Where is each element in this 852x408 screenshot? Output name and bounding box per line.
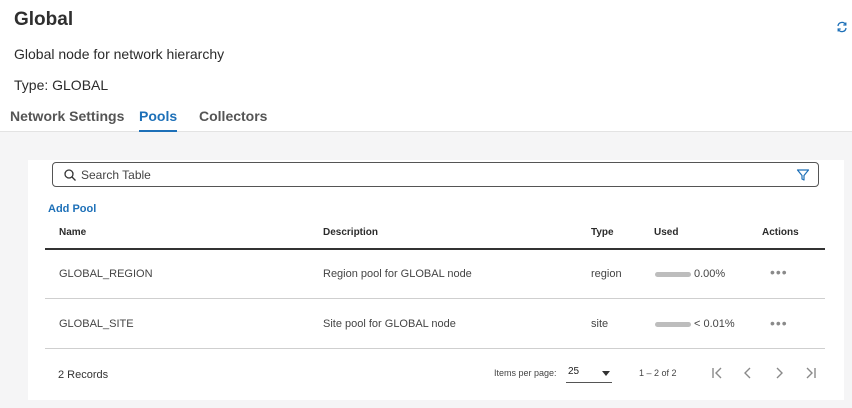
- items-per-page-label: Items per page:: [494, 368, 557, 378]
- row-type: region: [591, 268, 622, 280]
- tab-collectors[interactable]: Collectors: [199, 108, 267, 132]
- page-title: Global: [14, 9, 74, 30]
- page-range: 1 – 2 of 2: [639, 368, 677, 378]
- column-header-actions: Actions: [762, 227, 799, 238]
- page-subtitle: Global node for network hierarchy: [14, 46, 225, 62]
- row-name: GLOBAL_REGION: [59, 268, 153, 280]
- items-per-page-value: 25: [568, 366, 580, 377]
- table-header-divider: [45, 248, 825, 250]
- row-actions-menu[interactable]: •••: [770, 315, 788, 331]
- record-count: 2 Records: [58, 369, 109, 381]
- pools-panel: Add Pool Name Description Type Used Acti…: [28, 160, 844, 400]
- row-description: Region pool for GLOBAL node: [323, 268, 472, 280]
- row-actions-menu[interactable]: •••: [770, 264, 788, 280]
- tab-pools[interactable]: Pools: [139, 108, 178, 132]
- search-icon: [64, 169, 76, 181]
- row-description: Site pool for GLOBAL node: [323, 318, 456, 330]
- row-divider: [45, 348, 825, 349]
- prev-page-icon[interactable]: [740, 365, 756, 381]
- filter-icon[interactable]: [796, 168, 810, 182]
- column-header-description[interactable]: Description: [323, 227, 378, 238]
- column-header-name[interactable]: Name: [59, 227, 86, 238]
- tab-network-settings[interactable]: Network Settings: [10, 108, 124, 132]
- usage-bar: [655, 322, 691, 327]
- row-type: site: [591, 318, 609, 330]
- column-header-type[interactable]: Type: [591, 227, 614, 238]
- column-header-used[interactable]: Used: [654, 227, 678, 238]
- refresh-icon-graphic: [837, 21, 847, 33]
- search-box[interactable]: [52, 162, 819, 187]
- search-input[interactable]: [81, 166, 781, 183]
- last-page-icon[interactable]: [802, 365, 818, 381]
- items-per-page-select[interactable]: 25: [566, 363, 612, 383]
- add-pool-button[interactable]: Add Pool: [48, 203, 96, 215]
- node-type: Type: GLOBAL: [14, 77, 109, 93]
- row-used: < 0.01%: [694, 318, 735, 330]
- row-used: 0.00%: [694, 268, 726, 280]
- refresh-icon[interactable]: [836, 21, 850, 35]
- usage-bar: [655, 272, 691, 277]
- row-name: GLOBAL_SITE: [59, 318, 134, 330]
- caret-down-icon: [602, 371, 610, 376]
- row-divider: [45, 298, 825, 299]
- page-header: Global Global node for network hierarchy…: [0, 0, 852, 132]
- first-page-icon[interactable]: [710, 365, 726, 381]
- next-page-icon[interactable]: [771, 365, 787, 381]
